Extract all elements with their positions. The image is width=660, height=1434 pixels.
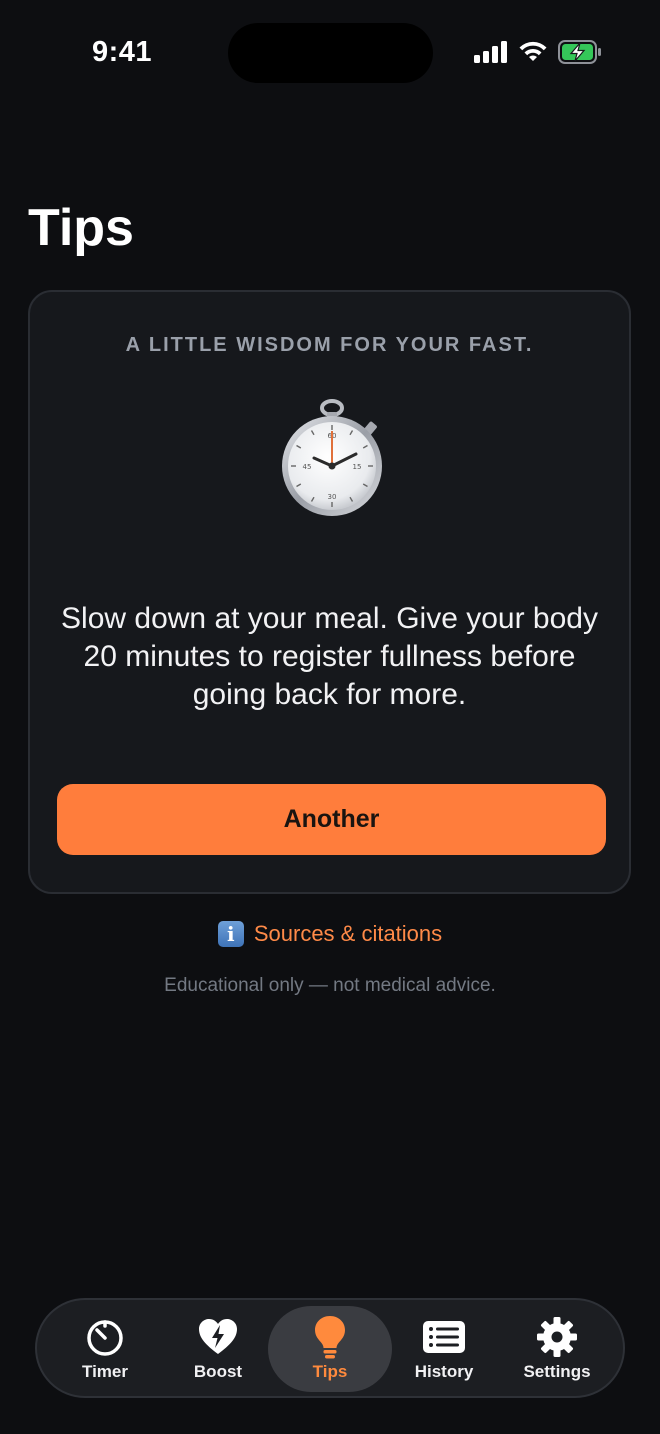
cellular-signal-icon: [474, 41, 507, 63]
tab-boost[interactable]: Boost: [156, 1306, 280, 1392]
tab-label: Timer: [82, 1362, 128, 1381]
svg-text:45: 45: [303, 463, 312, 471]
lightbulb-icon: [315, 1316, 345, 1359]
tab-tips[interactable]: Tips: [268, 1306, 392, 1392]
tab-history[interactable]: History: [382, 1306, 506, 1392]
dynamic-island: [228, 23, 433, 83]
page-title: Tips: [28, 199, 134, 257]
tab-bar: Timer Boost Tips History Settings: [35, 1298, 625, 1398]
status-icons: [474, 40, 602, 64]
battery-charging-icon: [558, 40, 601, 64]
another-tip-button[interactable]: Another: [57, 784, 606, 855]
tab-label: Tips: [312, 1362, 348, 1381]
tab-settings[interactable]: Settings: [495, 1306, 619, 1392]
info-icon: i: [217, 921, 244, 947]
heart-bolt-icon: [199, 1319, 237, 1354]
stopwatch-icon: 60 15 30 45: [282, 399, 382, 516]
sources-citations-label: Sources & citations: [253, 921, 443, 946]
gear-icon: [537, 1317, 577, 1357]
svg-text:30: 30: [328, 493, 337, 501]
tip-card: A LITTLE WISDOM FOR YOUR FAST. 15 30 45 …: [28, 290, 631, 894]
tip-text: Slow down at your meal. Give your body 2…: [61, 602, 598, 711]
status-time: 9:41: [92, 36, 153, 68]
tab-timer[interactable]: Timer: [43, 1306, 167, 1392]
tab-label: Settings: [523, 1362, 591, 1381]
wifi-icon: [519, 41, 547, 61]
list-icon: [423, 1321, 465, 1353]
timer-icon: [87, 1320, 123, 1356]
card-kicker: A LITTLE WISDOM FOR YOUR FAST.: [125, 334, 534, 356]
disclaimer-text: Educational only — not medical advice.: [164, 975, 496, 996]
sources-citations-link[interactable]: i Sources & citations: [0, 921, 660, 947]
tab-label: Boost: [193, 1362, 243, 1381]
svg-text:15: 15: [353, 463, 362, 471]
tab-label: History: [414, 1362, 474, 1381]
